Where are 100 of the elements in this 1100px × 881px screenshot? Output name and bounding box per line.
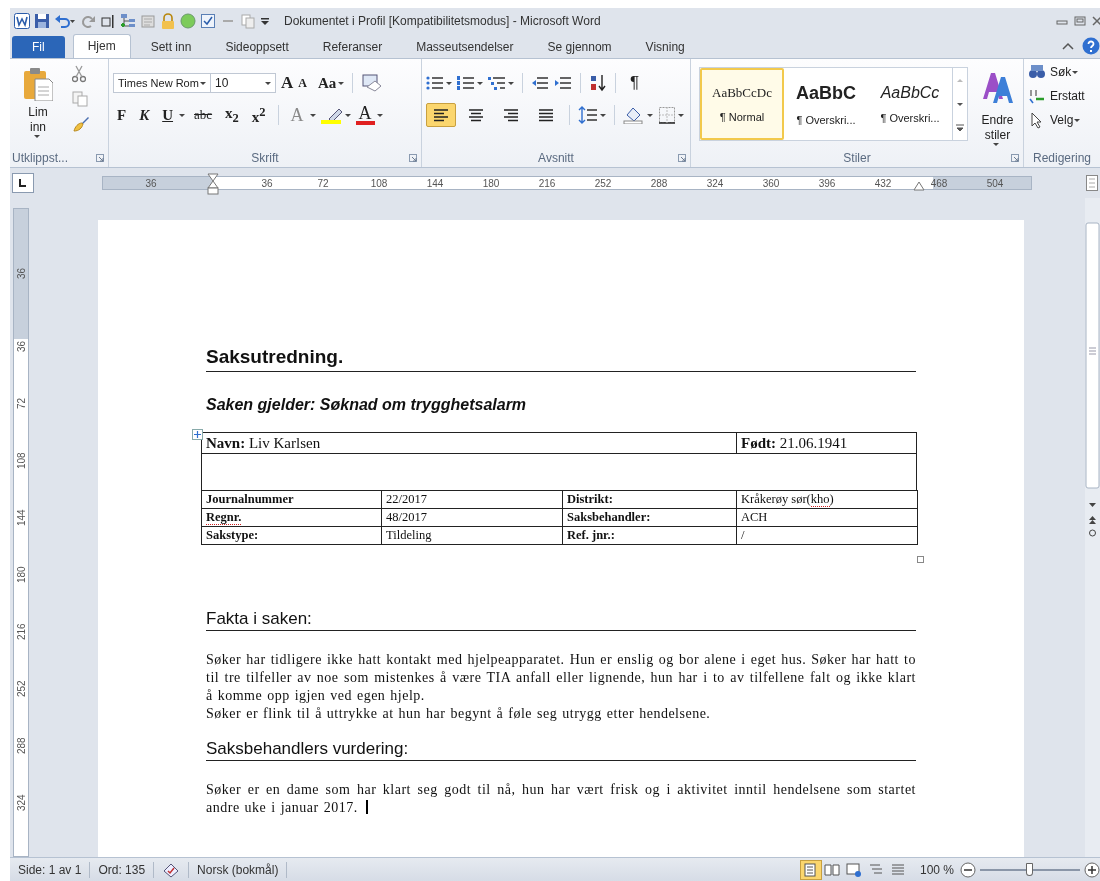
ribbon-tab[interactable]: Hjem <box>72 34 131 58</box>
dialog-launcher-icon[interactable] <box>96 154 104 162</box>
checkbox-icon[interactable] <box>200 13 216 29</box>
ruler-number: 72 <box>316 177 330 189</box>
close-icon[interactable] <box>1092 16 1100 26</box>
sort-icon[interactable] <box>589 74 607 92</box>
dialog-launcher-icon[interactable] <box>678 154 686 162</box>
caret-icon[interactable] <box>33 135 40 138</box>
format-button[interactable]: U <box>158 106 178 124</box>
ribbon-tab[interactable]: Fil <box>12 36 65 58</box>
indent-marker-icon[interactable] <box>207 173 219 195</box>
restore-icon[interactable] <box>1074 16 1086 26</box>
font-name-field[interactable]: Times New Rom <box>113 73 211 93</box>
print-layout-icon[interactable] <box>800 860 821 879</box>
grow-font-button[interactable]: A <box>281 73 294 93</box>
format-button[interactable]: x$_{2}$ <box>221 104 243 126</box>
decrease-indent-icon[interactable] <box>531 75 549 91</box>
caret-icon[interactable] <box>179 113 186 117</box>
table-cell-text: Født: 21.06.1941 <box>740 434 849 453</box>
proofing-icon[interactable] <box>162 861 181 878</box>
style-item[interactable]: AaBbCc ¶ Overskri... <box>868 68 952 140</box>
caret-icon[interactable] <box>309 113 316 117</box>
section-heading: Fakta i saken: <box>206 609 916 631</box>
right-indent-icon[interactable] <box>913 181 925 191</box>
collapse-ribbon-icon[interactable] <box>1062 41 1074 51</box>
format-button[interactable]: F <box>113 106 131 124</box>
ribbon-tab[interactable]: Se gjennom <box>533 36 626 58</box>
caret-icon[interactable] <box>993 143 999 146</box>
shrink-font-button[interactable]: A <box>298 75 307 91</box>
clear-formatting-icon[interactable] <box>361 73 384 93</box>
ruler-number: 72 <box>15 396 27 412</box>
format-button[interactable]: abc <box>190 107 217 123</box>
ribbon-tab[interactable]: Visning <box>631 36 699 58</box>
table-move-icon[interactable] <box>192 429 203 440</box>
line-spacing-icon[interactable] <box>578 106 598 124</box>
table-cell: Journalnummer <box>202 491 382 509</box>
word-logo-icon[interactable] <box>14 13 30 29</box>
caret-icon[interactable] <box>508 81 514 85</box>
caret-icon[interactable] <box>338 81 345 85</box>
group-label: Avsnitt <box>538 151 574 165</box>
undo-icon[interactable] <box>54 13 76 29</box>
table-cell: Saksbehandler: <box>563 509 737 527</box>
text-cursor-icon[interactable] <box>100 13 116 29</box>
caret-icon <box>1072 70 1079 74</box>
caret-icon <box>200 81 206 85</box>
ruler-number: 324 <box>705 177 725 189</box>
scissors-icon[interactable] <box>72 65 86 83</box>
ruler-number: 180 <box>15 565 27 585</box>
format-button[interactable]: K <box>135 106 154 124</box>
clipboard-icon[interactable] <box>23 67 53 101</box>
ribbon-tab[interactable]: Masseutsendelser <box>402 36 528 58</box>
editing-button[interactable]: Erstatt <box>1028 87 1096 105</box>
ribbon-tab[interactable]: Referanser <box>308 36 397 58</box>
show-formatting-button[interactable]: ¶ <box>624 73 646 93</box>
brush-icon[interactable] <box>72 115 90 133</box>
editing-button[interactable]: Søk <box>1028 63 1096 81</box>
caret-icon[interactable] <box>446 81 452 85</box>
shading-icon[interactable] <box>623 106 645 124</box>
language-indicator[interactable]: Norsk (bokmål) <box>189 861 288 878</box>
table-resize-handle[interactable] <box>917 556 924 563</box>
caret-icon[interactable] <box>678 113 684 117</box>
view-ruler-icon[interactable] <box>1086 175 1098 191</box>
numbered-list-icon[interactable] <box>457 75 475 91</box>
ribbon-tab[interactable]: Sideoppsett <box>211 36 303 58</box>
tab-stop-icon[interactable] <box>12 173 34 193</box>
zoom-slider-thumb[interactable] <box>1026 862 1033 876</box>
ruler-number: 360 <box>761 177 781 189</box>
change-case-button[interactable]: Aa <box>317 74 337 92</box>
dialog-launcher-icon[interactable] <box>409 154 417 162</box>
format-button[interactable]: x$^{2}$ <box>247 104 270 126</box>
caret-icon[interactable] <box>344 113 351 117</box>
increase-indent-icon[interactable] <box>554 75 572 91</box>
group-label: Stiler <box>843 151 871 165</box>
font-color-button[interactable]: A <box>355 105 375 125</box>
borders-icon[interactable] <box>658 106 676 124</box>
style-item[interactable]: AaBbC ¶ Overskri... <box>784 68 868 140</box>
multilevel-list-icon[interactable] <box>488 75 506 91</box>
save-icon[interactable] <box>34 13 50 29</box>
caret-icon[interactable] <box>477 81 483 85</box>
caret-icon[interactable] <box>376 113 383 117</box>
align-left-button[interactable] <box>426 103 456 127</box>
ruler-number: 324 <box>15 793 27 813</box>
font-size-field[interactable]: 10 <box>210 73 276 93</box>
word-count[interactable]: Ord: 135 <box>90 861 155 878</box>
zoom-in-icon[interactable] <box>1084 861 1100 878</box>
bullet-list-icon[interactable] <box>426 75 444 91</box>
page-count[interactable]: Side: 1 av 1 <box>10 861 91 878</box>
help-icon[interactable] <box>1082 37 1100 55</box>
zoom-out-icon[interactable] <box>960 861 976 878</box>
editing-button[interactable]: Velg <box>1028 111 1096 129</box>
style-item[interactable]: AaBbCcDc ¶ Normal <box>700 68 784 140</box>
dialog-launcher-icon[interactable] <box>1011 154 1019 162</box>
document-subheading: Saken gjelder: Søknad om trygghetsalarm <box>206 396 528 414</box>
zoom-level[interactable]: 100 % <box>919 862 954 877</box>
ribbon-tab[interactable]: Sett inn <box>136 36 206 58</box>
paste-button[interactable]: Lim inn <box>14 63 62 149</box>
table-cell: Tildeling <box>382 527 563 545</box>
caret-icon[interactable] <box>647 113 653 117</box>
change-styles-button[interactable]: Endre stiler <box>976 63 1019 149</box>
caret-icon[interactable] <box>600 113 606 117</box>
